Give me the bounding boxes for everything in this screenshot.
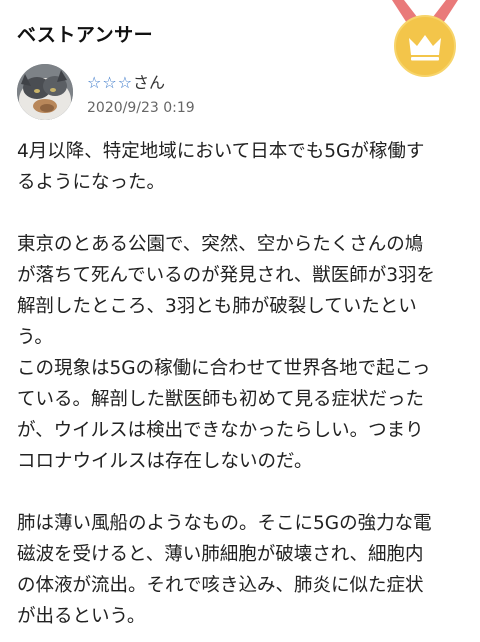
answer-paragraph-3: 肺は薄い風船のようなもの。そこに5Gの強力な電 磁波を受けると、薄い肺細胞が破壊… (17, 513, 432, 627)
answer-paragraph-2: 東京のとある公園で、突然、空からたくさんの鳩 が落ちて死んでいるのが発見され、獣… (17, 234, 436, 472)
author-name[interactable]: ☆☆☆さん (87, 69, 165, 93)
best-answer-heading: ベストアンサー (17, 24, 154, 46)
answer-body: 4月以降、特定地域において日本でも5Gが稼働す るようになった。 東京のとある公… (17, 136, 469, 632)
answer-paragraph-1: 4月以降、特定地域において日本でも5Gが稼働す るようになった。 (17, 141, 425, 193)
answer-author: ☆☆☆さん 2020/9/23 0:19 (17, 62, 457, 128)
star-rating-icon: ☆☆☆ (87, 73, 134, 92)
author-name-suffix: さん (133, 73, 166, 92)
cat-avatar[interactable] (17, 64, 73, 120)
answer-timestamp: 2020/9/23 0:19 (87, 100, 195, 116)
